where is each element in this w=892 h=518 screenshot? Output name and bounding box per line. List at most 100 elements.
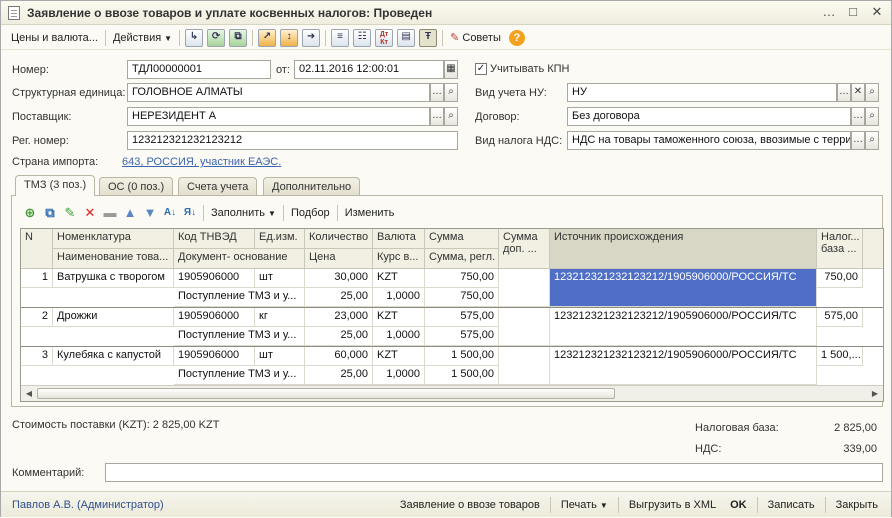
sort-desc-icon[interactable]: Я↓ — [182, 205, 198, 221]
number-field[interactable]: ТДЛ00000001 — [127, 60, 271, 79]
cell-price[interactable]: 25,00 — [305, 327, 373, 346]
fill-menu-button[interactable]: Заполнить ▼ — [207, 207, 280, 219]
scrollbar-thumb[interactable] — [37, 388, 615, 399]
search-icon[interactable]: ⌕ — [865, 107, 879, 126]
sort-asc-icon[interactable]: A↓ — [162, 205, 178, 221]
hierarchy-icon[interactable]: ☷ — [353, 28, 372, 47]
col-header-unit[interactable]: Ед.изм. — [255, 229, 305, 249]
cell-origin-source[interactable]: 123212321232123212/1905906000/РОССИЯ/ТС — [550, 308, 817, 346]
refresh-icon[interactable]: ⟳ — [207, 28, 226, 47]
scroll-left-icon[interactable]: ◀ — [22, 387, 36, 400]
export-xml-button[interactable]: Выгрузить в XML — [622, 499, 723, 511]
delete-row-icon[interactable]: ✕ — [82, 205, 98, 221]
cell-origin-source[interactable]: 123212321232123212/1905906000/РОССИЯ/ТС — [550, 347, 817, 385]
cell-sum[interactable]: 750,00 — [425, 269, 499, 288]
select-ellipsis-icon[interactable]: … — [430, 107, 444, 126]
cell-unit[interactable]: кг — [255, 308, 305, 327]
move-down-icon[interactable]: ▼ — [142, 205, 158, 221]
cell-tnved[interactable]: 1905906000 — [174, 269, 255, 288]
reg-number-field[interactable]: 123212321232123212 — [127, 131, 458, 150]
cell-n[interactable]: 2 — [21, 308, 53, 327]
select-ellipsis-icon[interactable]: … — [851, 107, 865, 126]
cell-quantity[interactable]: 30,000 — [305, 269, 373, 288]
cell-base-document[interactable]: Поступление ТМЗ и у... — [174, 366, 305, 385]
cell-nomenclature[interactable]: Кулебяка с капустой — [53, 347, 174, 366]
select-ellipsis-icon[interactable]: … — [837, 83, 851, 102]
cell-origin-source[interactable]: 123212321232123212/1905906000/РОССИЯ/ТС — [550, 269, 817, 307]
close-button[interactable]: Закрыть — [829, 499, 885, 511]
cell-sum-regl[interactable]: 575,00 — [425, 327, 499, 346]
contract-field[interactable]: Без договора — [567, 107, 851, 126]
col-header-nomenclature[interactable]: Номенклатура — [53, 229, 174, 249]
cell-base-document[interactable]: Поступление ТМЗ и у... — [174, 327, 305, 346]
text-mode-icon[interactable]: Ŧ — [419, 28, 438, 47]
report-icon[interactable]: ▤ — [397, 28, 416, 47]
col-header-goods-name[interactable]: Наименование това... — [53, 249, 174, 269]
cell-sum-extra[interactable] — [499, 269, 550, 307]
cell-n[interactable]: 1 — [21, 269, 53, 288]
advice-button[interactable]: ✎ Советы — [446, 31, 505, 44]
col-header-sum[interactable]: Сумма — [425, 229, 499, 249]
cell-tax-base[interactable]: 1 500,... — [817, 347, 863, 366]
country-link[interactable]: 643, РОССИЯ, участник ЕАЭС. — [122, 156, 281, 168]
cell-quantity[interactable]: 23,000 — [305, 308, 373, 327]
copy-row-icon[interactable]: ⧉ — [42, 205, 58, 221]
col-header-currency[interactable]: Валюта — [373, 229, 425, 249]
minimize-icon[interactable]: … — [821, 4, 837, 20]
col-header-sum-extra[interactable]: Сумма доп. ... — [499, 229, 550, 269]
help-icon[interactable]: ? — [508, 29, 525, 46]
cell-nomenclature[interactable]: Ватрушка с творогом — [53, 269, 174, 288]
col-header-quantity[interactable]: Количество — [305, 229, 373, 249]
list-icon[interactable]: ≡ — [331, 28, 350, 47]
col-header-rate[interactable]: Курс в... — [373, 249, 425, 269]
cell-base-document[interactable]: Поступление ТМЗ и у... — [174, 288, 305, 307]
maximize-icon[interactable]: □ — [845, 4, 861, 20]
date-field[interactable]: 02.11.2016 12:00:01 — [294, 60, 444, 79]
col-header-tnved[interactable]: Код ТНВЭД — [174, 229, 255, 249]
cell-sum-extra[interactable] — [499, 308, 550, 346]
cell-tax-base[interactable]: 750,00 — [817, 269, 863, 288]
cell-rate[interactable]: 1,0000 — [373, 327, 425, 346]
cell-nomenclature[interactable]: Дрожжи — [53, 308, 174, 327]
cell-tnved[interactable]: 1905906000 — [174, 347, 255, 366]
supplier-field[interactable]: НЕРЕЗИДЕНТ А — [127, 107, 430, 126]
based-on-icon[interactable]: ↗ — [258, 28, 277, 47]
cell-unit[interactable]: шт — [255, 347, 305, 366]
cell-tax-base[interactable]: 575,00 — [817, 308, 863, 327]
move-up-icon[interactable]: ▲ — [122, 205, 138, 221]
add-row-icon[interactable]: ⊕ — [22, 205, 38, 221]
cell-currency[interactable]: KZT — [373, 269, 425, 288]
edit-row-icon[interactable]: ✎ — [62, 205, 78, 221]
copy-document-icon[interactable]: ⧉ — [229, 28, 248, 47]
tab-accounts[interactable]: Счета учета — [178, 177, 258, 196]
cell-price[interactable]: 25,00 — [305, 366, 373, 385]
comment-field[interactable] — [105, 463, 883, 482]
print-menu-button[interactable]: Печать ▼ — [554, 499, 615, 511]
cell-quantity[interactable]: 60,000 — [305, 347, 373, 366]
search-icon[interactable]: ⌕ — [865, 83, 879, 102]
cell-sum-regl[interactable]: 750,00 — [425, 288, 499, 307]
cell-sum-extra[interactable] — [499, 347, 550, 385]
goods-table[interactable]: N Номенклатура Код ТНВЭД Ед.изм. Количес… — [20, 228, 884, 402]
scroll-right-icon[interactable]: ▶ — [868, 387, 882, 400]
end-edit-icon[interactable]: ▬ — [102, 205, 118, 221]
select-button[interactable]: Подбор — [287, 207, 334, 219]
col-header-origin-source[interactable]: Источник происхождения — [550, 229, 817, 269]
clear-icon[interactable]: ✕ — [851, 83, 865, 102]
col-header-n[interactable]: N — [21, 229, 53, 269]
unit-field[interactable]: ГОЛОВНОЕ АЛМАТЫ — [127, 83, 430, 102]
search-icon[interactable]: ⌕ — [444, 107, 458, 126]
edit-button[interactable]: Изменить — [341, 207, 399, 219]
cell-sum[interactable]: 1 500,00 — [425, 347, 499, 366]
col-header-sum-regl[interactable]: Сумма, регл. — [425, 249, 499, 269]
select-ellipsis-icon[interactable]: … — [851, 131, 865, 150]
post-document-icon[interactable]: ↳ — [185, 28, 204, 47]
tab-tmz[interactable]: ТМЗ (3 поз.) — [15, 175, 96, 196]
structure-icon[interactable]: ↕ — [280, 28, 299, 47]
select-ellipsis-icon[interactable]: … — [430, 83, 444, 102]
go-to-icon[interactable]: ➜ — [302, 28, 321, 47]
cell-currency[interactable]: KZT — [373, 347, 425, 366]
vat-type-field[interactable]: НДС на товары таможенного союза, ввозимы… — [567, 131, 851, 150]
col-header-base-document[interactable]: Документ- основание — [174, 249, 305, 269]
cell-n[interactable]: 3 — [21, 347, 53, 366]
